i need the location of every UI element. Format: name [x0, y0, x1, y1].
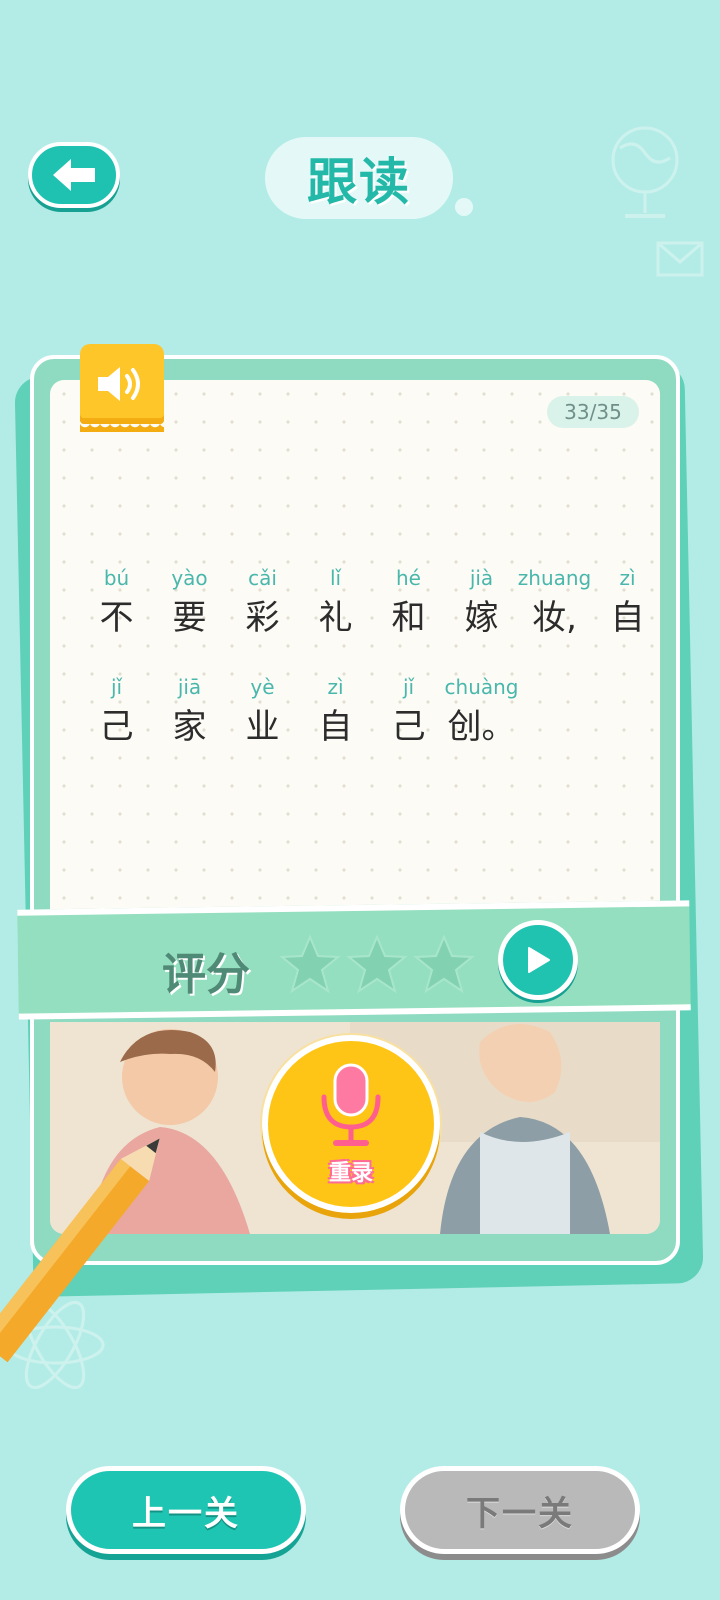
glyph: bú 不 [80, 563, 153, 643]
hanzi: 自 [318, 707, 353, 747]
hanzi: 要 [172, 598, 207, 638]
envelope-doodle-icon [656, 241, 704, 277]
pinyin: zhuang [517, 566, 592, 590]
hanzi: 和 [391, 598, 426, 638]
title-bubble-tail [455, 198, 473, 216]
play-icon [528, 947, 550, 973]
glyph: zì 自 [591, 563, 664, 643]
record-label: 重录 [328, 1161, 373, 1186]
glyph: jiā 家 [153, 672, 226, 752]
pinyin: yào [171, 566, 208, 590]
text-line-2: jǐ 己 jiā 家 yè 业 zì 自 jǐ 己 chuàng 创。 [80, 672, 519, 752]
glyph: zhuang 妆, [518, 563, 591, 643]
glyph: cǎi 彩 [226, 563, 299, 643]
rating-star-3-icon [413, 934, 475, 994]
pinyin: jià [469, 566, 494, 590]
rating-label: 评分 [162, 949, 250, 1000]
back-button[interactable] [28, 142, 120, 208]
pinyin: jǐ [402, 675, 415, 699]
play-recording-button[interactable] [498, 920, 578, 1000]
rating-star-2-icon [346, 934, 408, 994]
hanzi: 妆, [532, 598, 577, 638]
pinyin: hé [396, 566, 421, 590]
hanzi: 不 [99, 598, 134, 638]
hanzi: 家 [172, 707, 207, 747]
glyph: lǐ 礼 [299, 563, 372, 643]
rating-star-1-icon [279, 934, 341, 994]
page-title: 跟读 [307, 153, 411, 211]
pinyin: yè [250, 675, 275, 699]
glyph: jǐ 己 [80, 672, 153, 752]
play-audio-button[interactable] [80, 344, 164, 432]
previous-level-button[interactable]: 上一关 [66, 1466, 306, 1554]
next-level-button[interactable]: 下一关 [400, 1466, 640, 1554]
glyph: jǐ 己 [372, 672, 445, 752]
globe-doodle-icon [611, 126, 679, 218]
pinyin: cǎi [248, 566, 277, 590]
hanzi: 业 [245, 707, 280, 747]
hanzi: 自 [610, 598, 645, 638]
hanzi: 彩 [245, 598, 280, 638]
hanzi: 己 [99, 707, 134, 747]
pinyin: zì [619, 566, 636, 590]
pencil-decoration-icon [0, 1138, 160, 1363]
record-button[interactable]: 重录 [262, 1035, 440, 1213]
hanzi: 己 [391, 707, 426, 747]
microphone-icon [321, 1063, 381, 1146]
title-bubble: 跟读 [265, 137, 453, 219]
glyph: zì 自 [299, 672, 372, 752]
speaker-icon [98, 367, 140, 401]
hanzi: 创。 [447, 707, 516, 747]
hanzi: 嫁 [464, 598, 499, 638]
glyph: chuàng 创。 [444, 672, 519, 752]
text-line-1: bú 不 yào 要 cǎi 彩 lǐ 礼 hé 和 jià 嫁 zhuang 妆, zì 自 [80, 563, 664, 643]
pinyin: zì [327, 675, 344, 699]
glyph: hé 和 [372, 563, 445, 643]
pinyin: lǐ [329, 566, 342, 590]
pinyin: jǐ [110, 675, 123, 699]
glyph: yào 要 [153, 563, 226, 643]
pinyin: jiā [177, 675, 202, 699]
page-counter: 33/35 [547, 396, 639, 428]
pinyin: bú [103, 566, 130, 590]
pinyin: chuàng [444, 675, 519, 699]
arrow-left-icon [53, 159, 95, 191]
hanzi: 礼 [318, 598, 353, 638]
card-paper [50, 380, 660, 920]
glyph: yè 业 [226, 672, 299, 752]
glyph: jià 嫁 [445, 563, 518, 643]
